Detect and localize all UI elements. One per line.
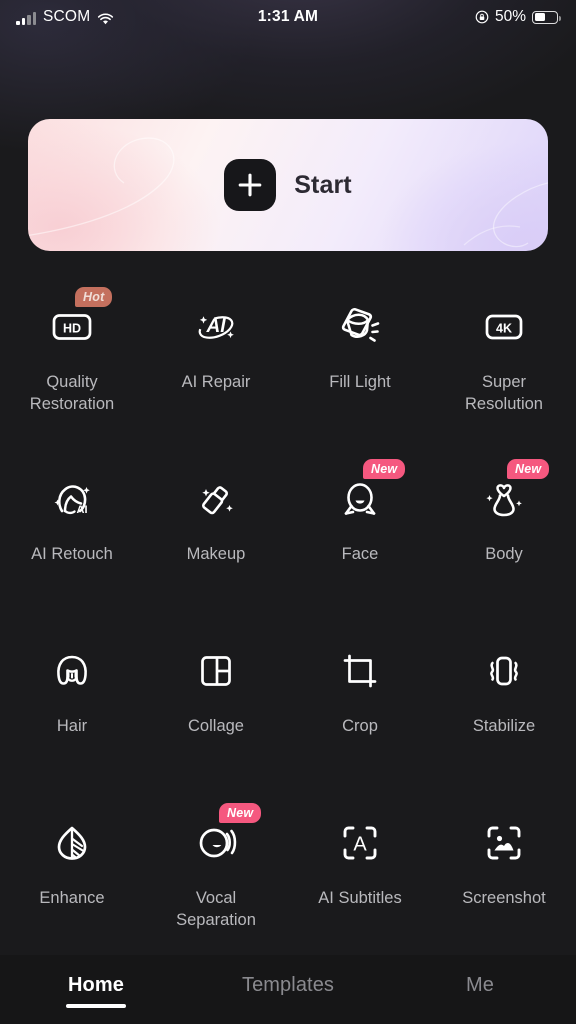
bottom-tab-bar: Home Templates Me: [0, 955, 576, 1024]
hairstyle-icon: [57, 655, 87, 685]
leaf-contrast-icon: [57, 826, 87, 860]
start-banner[interactable]: Start: [28, 119, 548, 251]
battery-icon: [532, 10, 561, 24]
face-oval-icon: [344, 483, 376, 515]
app-screen: SCOM 1:31 AM 50% Start Hot HD Quality Re…: [0, 0, 576, 1024]
svg-text:4K: 4K: [496, 322, 512, 336]
ai-orbit-icon: AI: [198, 316, 234, 339]
rotation-lock-icon: [475, 10, 489, 24]
collage-grid-icon: [201, 656, 231, 686]
tool-label: AI Subtitles: [318, 889, 402, 907]
tool-label: AI Repair: [181, 373, 251, 391]
plus-icon: [238, 173, 262, 197]
tool-label: Face: [341, 545, 379, 563]
status-bar-left: SCOM: [16, 9, 114, 26]
tool-label: Stabilize: [472, 717, 536, 735]
tool-label: Makeup: [186, 545, 246, 563]
tool-body[interactable]: New Body: [432, 451, 576, 617]
tab-label: Home: [68, 974, 124, 996]
icon-container: AI: [41, 471, 103, 527]
tool-ai-subtitles[interactable]: A AI Subtitles: [288, 795, 432, 961]
svg-text:AI: AI: [77, 504, 88, 516]
body-silhouette-icon: [486, 484, 522, 517]
tab-label: Templates: [241, 974, 335, 996]
tab-templates[interactable]: Templates: [192, 955, 384, 1008]
tab-label: Me: [466, 974, 494, 996]
icon-container: [185, 643, 247, 699]
tool-ai-retouch[interactable]: AI AI Retouch: [0, 451, 144, 617]
status-bar-clock: 1:31 AM: [257, 8, 319, 25]
tool-collage[interactable]: Collage: [144, 623, 288, 789]
battery-percent: 50%: [494, 8, 526, 25]
tool-vocal-separation[interactable]: New Vocal Separation: [144, 795, 288, 961]
icon-container: New: [329, 459, 406, 527]
tool-fill-light[interactable]: Fill Light: [288, 279, 432, 445]
icon-container: [473, 815, 535, 871]
tool-label: Body: [485, 545, 523, 563]
face-profile-ai-icon: AI: [54, 485, 90, 516]
svg-text:A: A: [353, 834, 367, 856]
tool-label: Vocal Separation: [176, 889, 256, 929]
tool-screenshot[interactable]: Screenshot: [432, 795, 576, 961]
icon-container: 4K: [473, 299, 535, 355]
svg-text:HD: HD: [63, 322, 81, 336]
icon-container: AI: [185, 299, 247, 355]
tool-label: Quality Restoration: [29, 373, 115, 413]
tool-label: Collage: [188, 717, 244, 735]
tool-label: Super Resolution: [465, 373, 543, 413]
tool-hair[interactable]: Hair: [0, 623, 144, 789]
crop-icon: [343, 654, 377, 688]
tool-crop[interactable]: Crop: [288, 623, 432, 789]
tool-label: Crop: [342, 717, 378, 735]
stabilize-icon: [490, 656, 518, 686]
tab-me[interactable]: Me: [384, 955, 576, 1008]
tab-home[interactable]: Home: [0, 955, 192, 1008]
tool-label: AI Retouch: [31, 545, 113, 563]
badge-hot: Hot: [75, 287, 113, 307]
badge-new: New: [507, 459, 550, 479]
hd-badge-icon: HD: [52, 314, 92, 340]
tab-active-indicator: [450, 1004, 510, 1008]
4k-badge-icon: 4K: [485, 314, 523, 340]
icon-container: [41, 643, 103, 699]
subtitle-frame-icon: A: [343, 826, 377, 860]
voice-wave-icon: [199, 828, 237, 858]
wifi-icon: [97, 12, 114, 25]
badge-new: New: [363, 459, 406, 479]
icon-container: [473, 643, 535, 699]
tool-makeup[interactable]: Makeup: [144, 451, 288, 617]
tool-enhance[interactable]: Enhance: [0, 795, 144, 961]
spotlight-icon: [341, 308, 380, 342]
icon-container: New: [473, 459, 550, 527]
tool-super-resolution[interactable]: 4K Super Resolution: [432, 279, 576, 445]
tool-label: Fill Light: [329, 373, 391, 391]
carrier-name: SCOM: [43, 7, 91, 25]
tool-ai-repair[interactable]: AI AI Repair: [144, 279, 288, 445]
tool-quality-restoration[interactable]: Hot HD Quality Restoration: [0, 279, 144, 445]
icon-container: [329, 643, 391, 699]
icon-container: [41, 815, 103, 871]
tool-label: Screenshot: [462, 889, 546, 907]
icon-container: Hot HD: [41, 287, 113, 355]
badge-new: New: [219, 803, 262, 823]
start-plus-button[interactable]: [224, 159, 277, 211]
tool-stabilize[interactable]: Stabilize: [432, 623, 576, 789]
start-label: Start: [294, 170, 352, 199]
tool-grid: Hot HD Quality Restoration AI AI Repair: [0, 279, 576, 961]
cellular-bars-icon: [16, 12, 36, 26]
tab-active-indicator: [66, 1004, 126, 1008]
status-bar: SCOM 1:31 AM 50%: [0, 0, 576, 34]
tab-active-indicator: [258, 1004, 318, 1008]
icon-container: [329, 299, 391, 355]
tool-face[interactable]: New Face: [288, 451, 432, 617]
decorative-swirl: [28, 137, 548, 248]
screenshot-frame-icon: [487, 826, 521, 860]
tool-label: Enhance: [39, 889, 105, 907]
status-bar-right: 50%: [475, 8, 561, 26]
icon-container: New: [185, 803, 262, 871]
lipstick-icon: [202, 486, 233, 515]
icon-container: [185, 471, 247, 527]
tool-label: Hair: [56, 717, 88, 735]
icon-container: A: [329, 815, 391, 871]
